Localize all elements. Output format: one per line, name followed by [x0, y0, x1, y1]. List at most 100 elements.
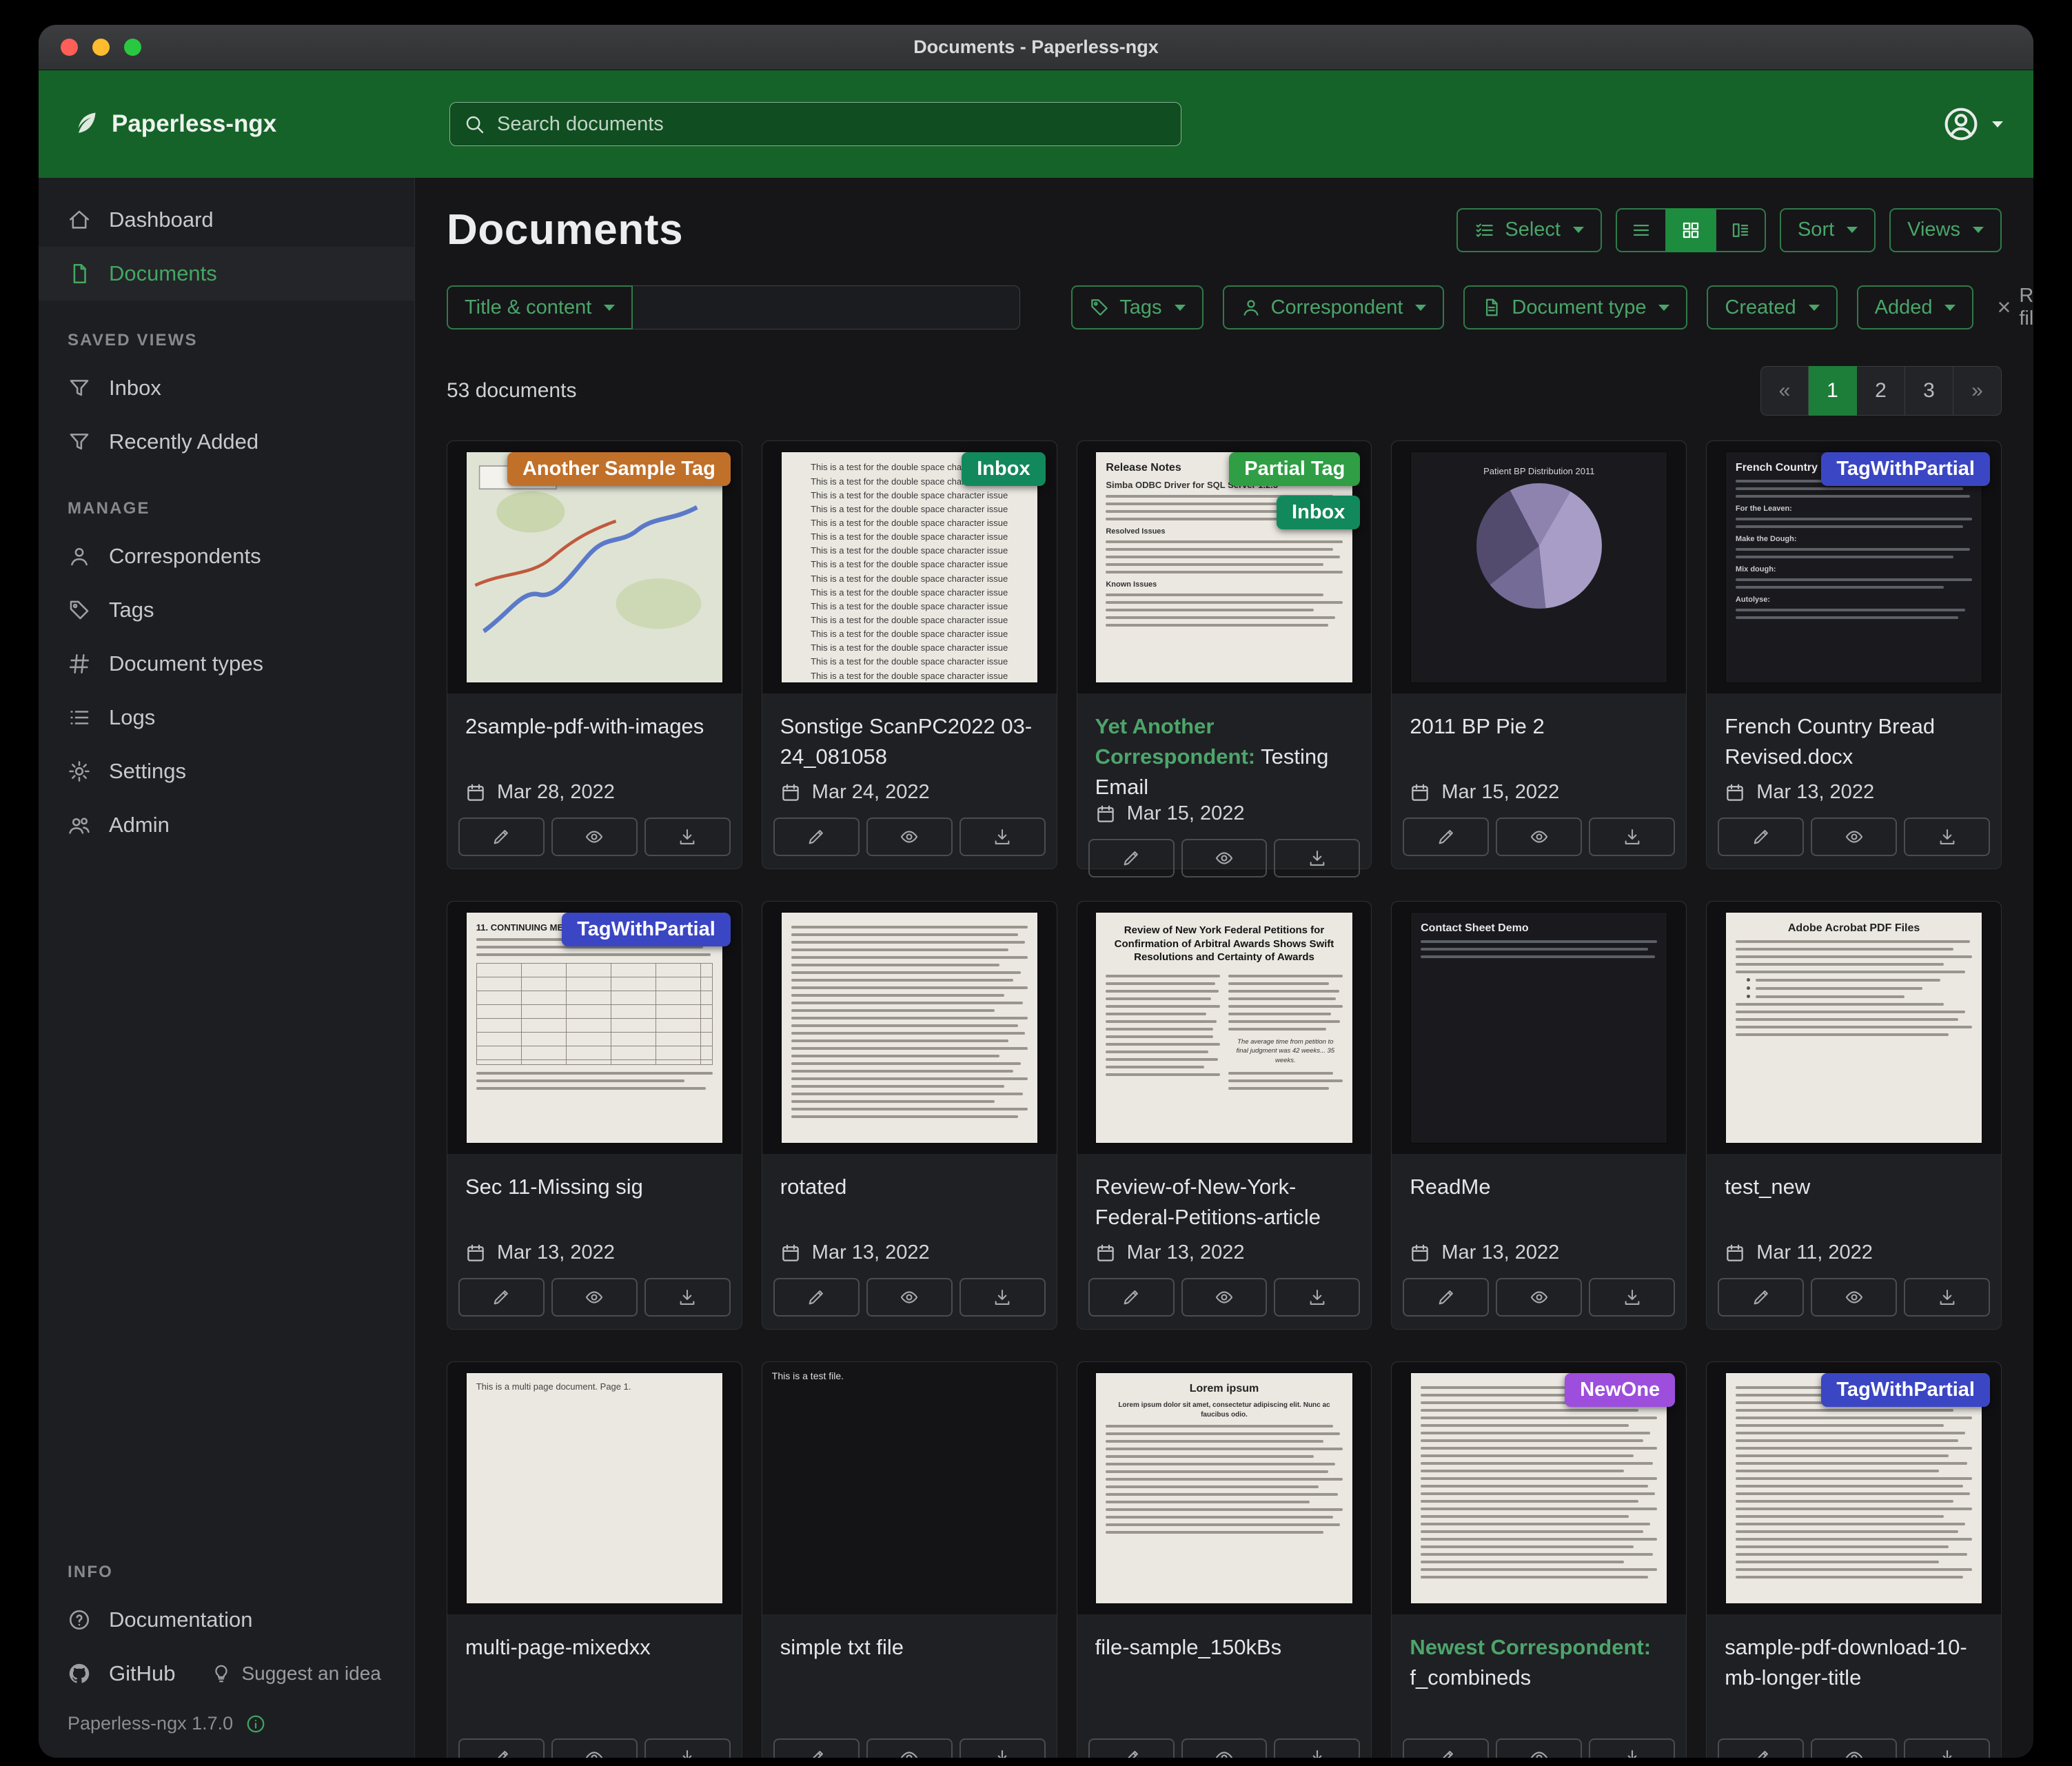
download-document-button[interactable]: [1274, 1738, 1360, 1758]
pagination-page-2[interactable]: 2: [1857, 366, 1905, 416]
reset-filters-button[interactable]: × Reset filters: [1997, 285, 2033, 330]
document-thumbnail[interactable]: This is a test file.: [762, 1362, 1057, 1614]
document-thumbnail[interactable]: Lorem ipsumLorem ipsum dolor sit amet, c…: [1077, 1362, 1372, 1614]
view-document-button[interactable]: [1181, 1278, 1268, 1317]
created-filter-button[interactable]: Created: [1707, 285, 1837, 329]
download-document-button[interactable]: [1904, 1738, 1990, 1758]
sidebar-item-inbox[interactable]: Inbox: [39, 361, 414, 415]
edit-document-button[interactable]: [1088, 1738, 1175, 1758]
edit-document-button[interactable]: [773, 818, 860, 856]
download-document-button[interactable]: [1274, 839, 1360, 877]
sidebar-item-tags[interactable]: Tags: [39, 583, 414, 637]
pagination-next[interactable]: »: [1953, 366, 2002, 416]
view-document-button[interactable]: [551, 1738, 638, 1758]
view-document-button[interactable]: [1496, 1738, 1582, 1758]
select-button[interactable]: Select: [1456, 208, 1602, 252]
document-thumbnail[interactable]: This is a multi page document. Page 1.: [447, 1362, 742, 1614]
download-document-button[interactable]: [959, 818, 1046, 856]
edit-document-button[interactable]: [1403, 818, 1489, 856]
sidebar-item-github[interactable]: GitHub: [39, 1647, 204, 1701]
edit-document-button[interactable]: [1403, 1278, 1489, 1317]
tag-badge[interactable]: Inbox: [962, 452, 1045, 486]
view-document-button[interactable]: [1811, 1278, 1897, 1317]
view-grid-button[interactable]: [1666, 208, 1716, 252]
brand[interactable]: Paperless-ngx: [69, 109, 449, 139]
tag-badge[interactable]: Inbox: [1277, 496, 1360, 529]
edit-document-button[interactable]: [1718, 818, 1804, 856]
download-document-button[interactable]: [644, 818, 731, 856]
pagination-prev[interactable]: «: [1760, 366, 1809, 416]
document-type-filter-button[interactable]: Document type: [1463, 285, 1687, 329]
tag-badge[interactable]: TagWithPartial: [1821, 452, 1990, 486]
download-document-button[interactable]: [1589, 1738, 1675, 1758]
sidebar-item-documents[interactable]: Documents: [39, 247, 414, 301]
sidebar-item-correspondents[interactable]: Correspondents: [39, 529, 414, 583]
download-document-button[interactable]: [1274, 1278, 1360, 1317]
download-document-button[interactable]: [1589, 1278, 1675, 1317]
tag-badge[interactable]: TagWithPartial: [562, 913, 731, 946]
sidebar-item-documentation[interactable]: Documentation: [39, 1593, 414, 1647]
document-thumbnail[interactable]: Patient BP Distribution 2011: [1392, 441, 1686, 693]
view-document-button[interactable]: [1181, 839, 1268, 877]
pagination-page-3[interactable]: 3: [1905, 366, 1953, 416]
download-document-button[interactable]: [1904, 1278, 1990, 1317]
document-title[interactable]: 2sample-pdf-with-images: [465, 711, 724, 742]
document-thumbnail[interactable]: NewOne: [1392, 1362, 1686, 1614]
document-title[interactable]: file-sample_150kBs: [1095, 1632, 1354, 1663]
document-title[interactable]: 2011 BP Pie 2: [1410, 711, 1668, 742]
document-title[interactable]: simple txt file: [780, 1632, 1039, 1663]
sidebar-item-logs[interactable]: Logs: [39, 691, 414, 744]
download-document-button[interactable]: [644, 1738, 731, 1758]
edit-document-button[interactable]: [458, 1278, 545, 1317]
edit-document-button[interactable]: [773, 1278, 860, 1317]
view-list-button[interactable]: [1616, 208, 1666, 252]
document-correspondent[interactable]: Yet Another Correspondent:: [1095, 714, 1256, 769]
document-title[interactable]: Newest Correspondent: f_combineds: [1410, 1632, 1668, 1693]
view-detail-button[interactable]: [1716, 208, 1766, 252]
info-circle-icon[interactable]: [245, 1714, 266, 1734]
sort-button[interactable]: Sort: [1780, 208, 1876, 252]
user-menu[interactable]: [1942, 105, 2003, 143]
download-document-button[interactable]: [959, 1278, 1046, 1317]
document-title[interactable]: Review-of-New-York-Federal-Petitions-art…: [1095, 1172, 1354, 1232]
view-document-button[interactable]: [866, 818, 953, 856]
edit-document-button[interactable]: [458, 818, 545, 856]
sidebar-item-admin[interactable]: Admin: [39, 798, 414, 852]
views-button[interactable]: Views: [1889, 208, 2002, 252]
sidebar-item-recently-added[interactable]: Recently Added: [39, 415, 414, 469]
document-title[interactable]: test_new: [1725, 1172, 1983, 1202]
tag-badge[interactable]: Partial Tag: [1229, 452, 1360, 486]
document-title[interactable]: ReadMe: [1410, 1172, 1668, 1202]
edit-document-button[interactable]: [1718, 1278, 1804, 1317]
minimize-button[interactable]: [92, 39, 110, 56]
document-thumbnail[interactable]: TagWithPartial: [1707, 1362, 2001, 1614]
tag-badge[interactable]: Another Sample Tag: [507, 452, 731, 486]
document-thumbnail[interactable]: Review of New York Federal Petitions for…: [1077, 902, 1372, 1154]
edit-document-button[interactable]: [1718, 1738, 1804, 1758]
sidebar-item-document-types[interactable]: Document types: [39, 637, 414, 691]
document-thumbnail[interactable]: Adobe Acrobat PDF Files: [1707, 902, 2001, 1154]
view-document-button[interactable]: [1496, 818, 1582, 856]
edit-document-button[interactable]: [1088, 839, 1175, 877]
document-thumbnail[interactable]: This is a test for the double space char…: [762, 441, 1057, 693]
document-title[interactable]: Yet Another Correspondent: Testing Email: [1095, 711, 1354, 802]
document-thumbnail[interactable]: 11. CONTINUING MEDICAL EDUCATagWithParti…: [447, 902, 742, 1154]
view-document-button[interactable]: [866, 1278, 953, 1317]
edit-document-button[interactable]: [1088, 1278, 1175, 1317]
tags-filter-button[interactable]: Tags: [1071, 285, 1203, 329]
title-content-dropdown[interactable]: Title & content: [447, 285, 633, 329]
document-title[interactable]: multi-page-mixedxx: [465, 1632, 724, 1663]
document-title[interactable]: rotated: [780, 1172, 1039, 1202]
view-document-button[interactable]: [1811, 818, 1897, 856]
correspondent-filter-button[interactable]: Correspondent: [1223, 285, 1445, 329]
zoom-button[interactable]: [124, 39, 141, 56]
edit-document-button[interactable]: [773, 1738, 860, 1758]
edit-document-button[interactable]: [1403, 1738, 1489, 1758]
document-title[interactable]: Sec 11-Missing sig: [465, 1172, 724, 1202]
view-document-button[interactable]: [551, 818, 638, 856]
sidebar-item-suggest-an-idea[interactable]: Suggest an idea: [204, 1647, 409, 1701]
download-document-button[interactable]: [959, 1738, 1046, 1758]
tag-badge[interactable]: NewOne: [1565, 1373, 1675, 1407]
document-thumbnail[interactable]: Contact Sheet Demo: [1392, 902, 1686, 1154]
view-document-button[interactable]: [551, 1278, 638, 1317]
